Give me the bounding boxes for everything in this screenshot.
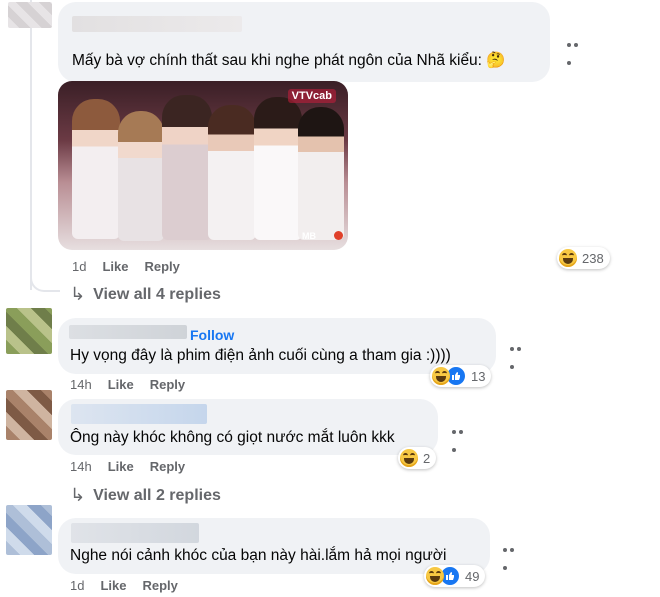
figure-4 [208, 105, 256, 240]
reply-button[interactable]: Reply [150, 377, 185, 392]
thinking-emoji-icon: 🤔 [486, 52, 506, 69]
avatar[interactable] [8, 2, 52, 28]
comment-text: Hy vọng đây là phim điện ảnh cuối cùng a… [70, 347, 451, 364]
figure-3 [162, 95, 212, 240]
reaction-summary[interactable]: 238 [557, 247, 610, 269]
like-button[interactable]: Like [102, 259, 128, 274]
timestamp[interactable]: 1d [70, 578, 84, 593]
comment-image[interactable]: VTVcab MB [58, 81, 348, 250]
figure-1 [72, 99, 120, 239]
comment-text: Ông này khóc không có giọt nước mắt luôn… [70, 429, 395, 446]
figure-6 [298, 107, 344, 240]
figure-5 [254, 97, 302, 240]
commenter-name[interactable] [71, 523, 199, 543]
channel-logo: VTVcab [287, 89, 336, 103]
reply-arrow-icon: ↳ [70, 284, 86, 304]
reaction-summary[interactable]: 13 [430, 365, 492, 387]
like-button[interactable]: Like [108, 377, 134, 392]
view-replies-button[interactable]: ↳ View all 4 replies [70, 284, 221, 305]
timestamp[interactable]: 14h [70, 459, 92, 474]
comment-text: Mấy bà vợ chính thất sau khi nghe phát n… [72, 52, 506, 69]
timestamp[interactable]: 1d [72, 259, 86, 274]
red-dot [334, 231, 343, 240]
reaction-summary[interactable]: 2 [398, 447, 437, 469]
follow-button[interactable]: Follow [190, 327, 234, 343]
more-options-button[interactable] [567, 36, 587, 65]
reply-button[interactable]: Reply [150, 459, 185, 474]
like-button[interactable]: Like [100, 578, 126, 593]
more-options-button[interactable] [452, 423, 472, 452]
watermark: MB [302, 231, 316, 241]
thread-branch [30, 262, 60, 292]
haha-icon [400, 449, 418, 467]
reply-button[interactable]: Reply [144, 259, 179, 274]
comment-meta: 14h Like Reply [70, 377, 201, 392]
comment-text: Nghe nói cảnh khóc của bạn này hài.lắm h… [70, 547, 447, 564]
comment-meta: 1d Like Reply [72, 259, 196, 274]
reply-button[interactable]: Reply [142, 578, 177, 593]
commenter-name[interactable] [69, 325, 187, 339]
comment-meta: 1d Like Reply [70, 578, 194, 593]
haha-icon [426, 567, 444, 585]
commenter-name[interactable] [71, 404, 207, 424]
commenter-name[interactable] [72, 16, 242, 32]
figure-2 [118, 111, 164, 241]
comment-meta: 14h Like Reply [70, 459, 201, 474]
avatar[interactable] [6, 390, 52, 440]
avatar[interactable] [6, 505, 52, 555]
reaction-summary[interactable]: 49 [424, 565, 486, 587]
avatar[interactable] [6, 308, 52, 354]
thread-line [30, 0, 32, 290]
haha-icon [559, 249, 577, 267]
reply-arrow-icon: ↳ [70, 485, 86, 505]
like-button[interactable]: Like [108, 459, 134, 474]
more-options-button[interactable] [510, 340, 530, 369]
timestamp[interactable]: 14h [70, 377, 92, 392]
more-options-button[interactable] [503, 541, 523, 570]
view-replies-button[interactable]: ↳ View all 2 replies [70, 485, 221, 506]
haha-icon [432, 367, 450, 385]
